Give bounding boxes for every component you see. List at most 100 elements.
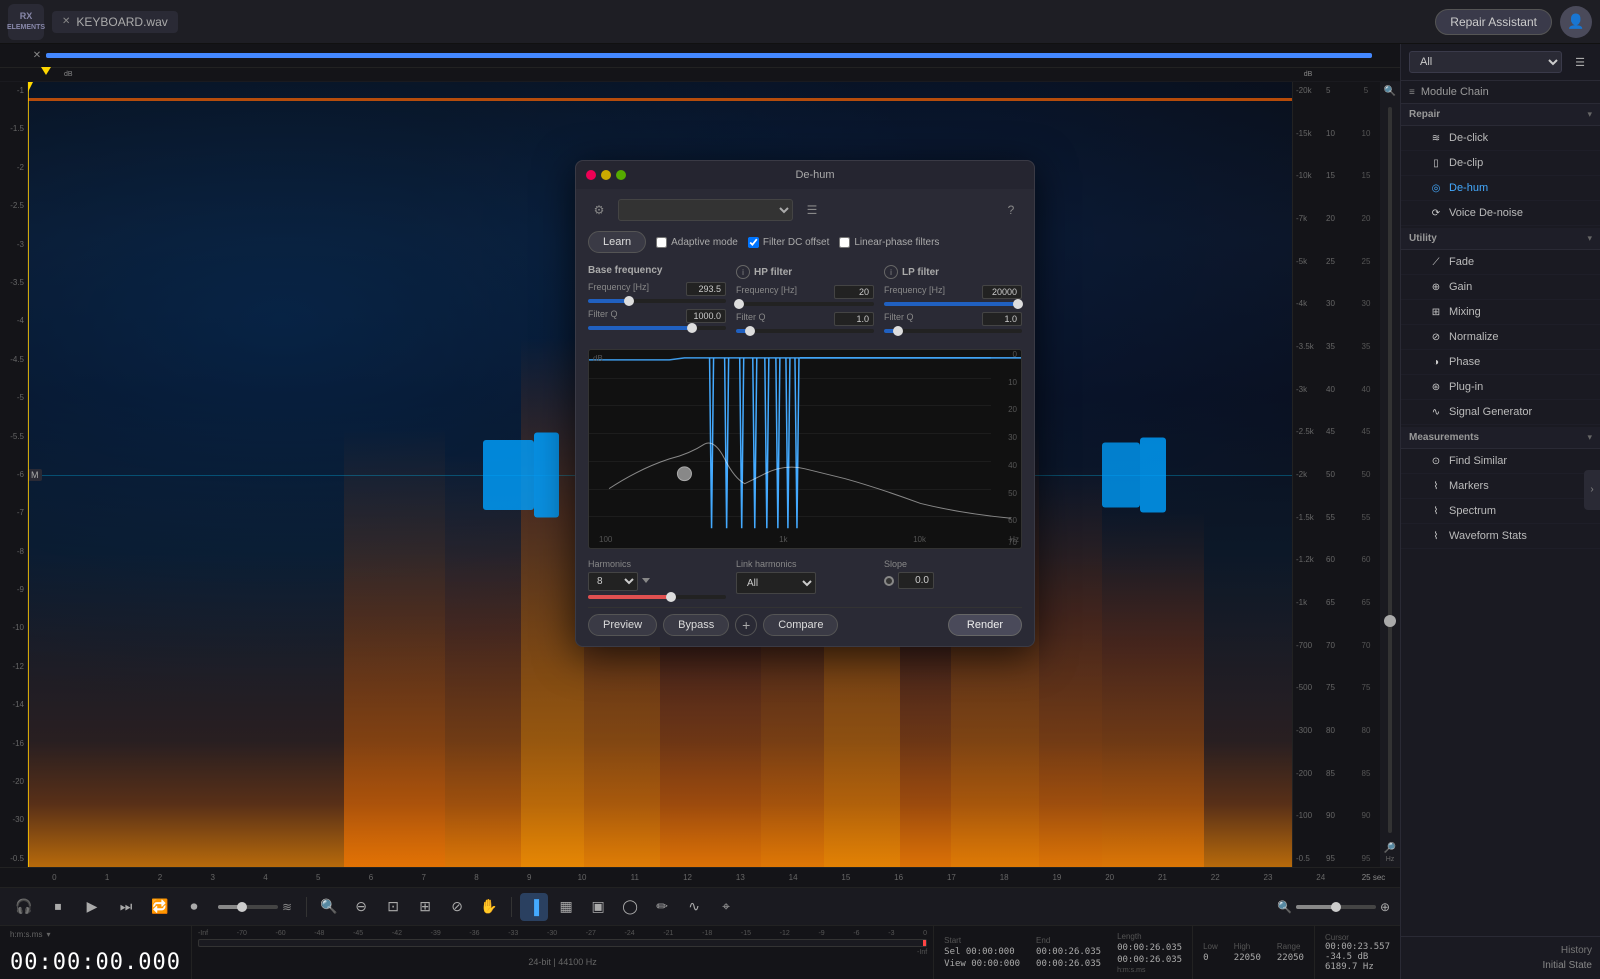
lp-filterq-slider[interactable] <box>884 329 1022 333</box>
vertical-slider-thumb[interactable] <box>1384 615 1396 627</box>
dialog-close-dot[interactable] <box>586 170 596 180</box>
measurements-section-header[interactable]: Measurements ▾ <box>1401 427 1600 449</box>
panel-menu-btn[interactable]: ☰ <box>1568 50 1592 74</box>
zoom-in-icon2[interactable]: ⊕ <box>1380 900 1390 914</box>
compare-button[interactable]: Compare <box>763 614 838 636</box>
lp-freq-slider[interactable] <box>884 302 1022 306</box>
horizontal-zoom-thumb[interactable] <box>1331 902 1341 912</box>
record-btn[interactable]: ⏺ <box>180 893 208 921</box>
headphone-btn[interactable]: 🎧 <box>10 893 38 921</box>
adaptive-mode-label[interactable]: Adaptive mode <box>656 237 738 248</box>
preset-select[interactable] <box>618 199 793 221</box>
time-select-btn[interactable]: ▐ <box>520 893 548 921</box>
dialog-minimize-dot[interactable] <box>601 170 611 180</box>
adaptive-mode-checkbox[interactable] <box>656 237 667 248</box>
lp-freq-thumb[interactable] <box>1013 299 1023 309</box>
lp-info-icon[interactable]: i <box>884 265 898 279</box>
link-harmonics-select[interactable]: All None Odd <box>736 572 816 594</box>
step-fwd-btn[interactable]: ⏭ <box>112 893 140 921</box>
hp-info-icon[interactable]: i <box>736 265 750 279</box>
loop-btn[interactable]: 🔁 <box>146 893 174 921</box>
hp-freq-value[interactable]: 20 <box>834 285 874 299</box>
lp-freq-value[interactable]: 20000 <box>982 285 1022 299</box>
zoom-in-icon[interactable]: 🔍 <box>1384 86 1396 97</box>
panel-collapse-btn[interactable]: › <box>1584 470 1600 510</box>
hp-filterq-thumb[interactable] <box>745 326 755 336</box>
pan-tool-btn[interactable]: ✋ <box>475 893 503 921</box>
snap-btn[interactable]: ⌖ <box>712 893 740 921</box>
filter-dc-offset-checkbox[interactable] <box>748 237 759 248</box>
hp-filterq-slider[interactable] <box>736 329 874 333</box>
play-btn[interactable]: ▶ <box>78 893 106 921</box>
sidebar-item-voice-de-noise[interactable]: ⟳ Voice De-noise <box>1401 201 1600 226</box>
learn-button[interactable]: Learn <box>588 231 646 253</box>
harmonics-select[interactable]: 8 4 16 <box>588 572 638 591</box>
close-tab-icon[interactable]: ✕ <box>62 16 70 27</box>
horizontal-zoom-slider[interactable] <box>1296 905 1376 909</box>
module-chain-row[interactable]: ≡ Module Chain <box>1401 81 1600 104</box>
render-button[interactable]: Render <box>948 614 1022 636</box>
pencil-btn[interactable]: ∿ <box>680 893 708 921</box>
freq-select-btn[interactable]: ▦ <box>552 893 580 921</box>
lasso-btn[interactable]: ◯ <box>616 893 644 921</box>
zoom-selection-btn[interactable]: ⊞ <box>411 893 439 921</box>
settings-icon-btn[interactable]: ⚙ <box>588 199 610 221</box>
sidebar-item-phase[interactable]: ◑ Phase <box>1401 350 1600 375</box>
zoom-out2-btn[interactable]: ⊘ <box>443 893 471 921</box>
sidebar-item-plugin[interactable]: ⊛ Plug-in <box>1401 375 1600 400</box>
mini-timeline-track[interactable] <box>46 53 1372 58</box>
sidebar-item-de-clip[interactable]: ▯ De-clip <box>1401 151 1600 176</box>
vertical-slider-track[interactable] <box>1388 107 1392 833</box>
brush-btn[interactable]: ✏ <box>648 893 676 921</box>
user-avatar[interactable]: 👤 <box>1560 6 1592 38</box>
repair-section-header[interactable]: Repair ▾ <box>1401 104 1600 126</box>
sidebar-item-waveform-stats[interactable]: ⌇ Waveform Stats <box>1401 524 1600 549</box>
lp-filterq-thumb[interactable] <box>893 326 903 336</box>
zoom-out-h-btn[interactable]: 🔍 <box>315 893 343 921</box>
zoom-out-icon[interactable]: 🔎 <box>1384 843 1396 854</box>
sidebar-item-signal-generator[interactable]: ∿ Signal Generator <box>1401 400 1600 425</box>
lp-filterq-value[interactable]: 1.0 <box>982 312 1022 326</box>
base-filterq-slider[interactable] <box>588 326 726 330</box>
harmonics-thumb[interactable] <box>666 592 676 602</box>
sidebar-item-find-similar[interactable]: ⊙ Find Similar <box>1401 449 1600 474</box>
dialog-maximize-dot[interactable] <box>616 170 626 180</box>
sidebar-item-normalize[interactable]: ⊘ Normalize <box>1401 325 1600 350</box>
slope-value[interactable]: 0.0 <box>898 572 934 589</box>
preset-menu-btn[interactable]: ☰ <box>801 199 823 221</box>
utility-section-header[interactable]: Utility ▾ <box>1401 228 1600 250</box>
base-filterq-thumb[interactable] <box>687 323 697 333</box>
base-freq-value[interactable]: 293.5 <box>686 282 726 296</box>
sidebar-item-de-hum[interactable]: ◎ De-hum <box>1401 176 1600 201</box>
hp-freq-thumb[interactable] <box>734 299 744 309</box>
base-filterq-value[interactable]: 1000.0 <box>686 309 726 323</box>
zoom-in-h-btn[interactable]: ⊖ <box>347 893 375 921</box>
volume-slider[interactable] <box>218 905 278 909</box>
hp-filterq-value[interactable]: 1.0 <box>834 312 874 326</box>
hp-freq-slider[interactable] <box>736 302 874 306</box>
bypass-button[interactable]: Bypass <box>663 614 729 636</box>
slope-knob[interactable] <box>884 576 894 586</box>
zoom-out-icon[interactable]: 🔍 <box>1277 900 1292 914</box>
preview-button[interactable]: Preview <box>588 614 657 636</box>
harmonics-slider[interactable] <box>588 595 726 599</box>
sidebar-item-mixing[interactable]: ⊞ Mixing <box>1401 300 1600 325</box>
help-btn[interactable]: ? <box>1000 199 1022 221</box>
base-freq-thumb[interactable] <box>624 296 634 306</box>
sidebar-item-gain[interactable]: ⊕ Gain <box>1401 275 1600 300</box>
file-tab[interactable]: ✕ KEYBOARD.wav <box>52 11 178 33</box>
add-button[interactable]: + <box>735 614 757 636</box>
filter-dc-offset-label[interactable]: Filter DC offset <box>748 237 830 248</box>
base-freq-slider[interactable] <box>588 299 726 303</box>
rect-select-btn[interactable]: ▣ <box>584 893 612 921</box>
sidebar-item-de-click[interactable]: ≋ De-click <box>1401 126 1600 151</box>
linear-phase-label[interactable]: Linear-phase filters <box>839 237 939 248</box>
repair-assistant-button[interactable]: Repair Assistant <box>1435 9 1552 35</box>
mini-timeline[interactable]: ✕ <box>0 44 1400 68</box>
zoom-fit-btn[interactable]: ⊡ <box>379 893 407 921</box>
sidebar-item-fade[interactable]: ⟋ Fade <box>1401 250 1600 275</box>
linear-phase-checkbox[interactable] <box>839 237 850 248</box>
module-filter-select[interactable]: All Repair Utility Measurements <box>1409 51 1562 73</box>
sidebar-item-markers[interactable]: ⌇ Markers <box>1401 474 1600 499</box>
sidebar-item-spectrum[interactable]: ⌇ Spectrum <box>1401 499 1600 524</box>
